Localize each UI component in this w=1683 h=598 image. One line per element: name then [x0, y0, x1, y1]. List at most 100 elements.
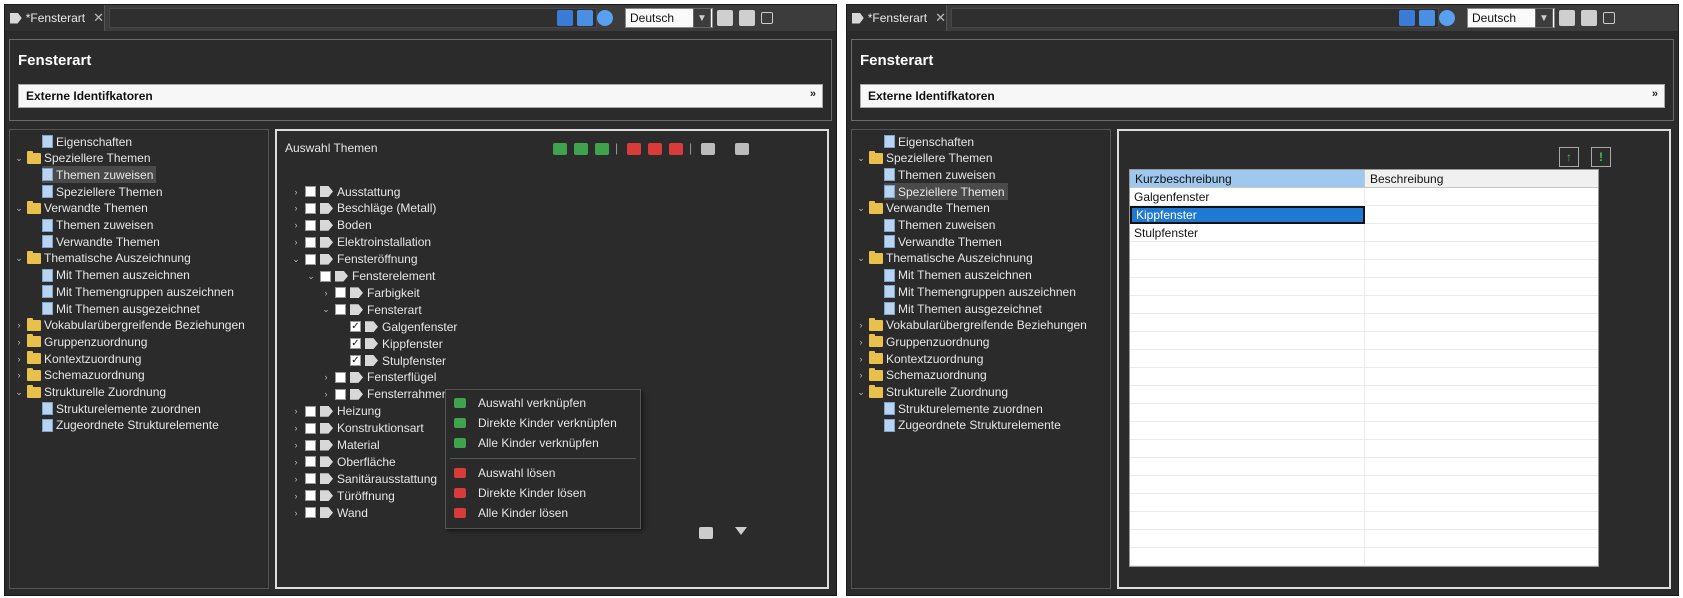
- link-direct-children-icon[interactable]: [574, 143, 588, 155]
- chevron-right-icon[interactable]: ›: [14, 370, 24, 380]
- checkbox[interactable]: [305, 219, 316, 231]
- theme-tree-item[interactable]: ✓ Kippfenster: [336, 335, 443, 352]
- checkbox[interactable]: ✓: [350, 355, 361, 366]
- checkbox[interactable]: [305, 405, 316, 417]
- chevron-right-icon[interactable]: ›: [291, 237, 301, 247]
- chevron-down-icon[interactable]: ⌄: [14, 153, 24, 164]
- checkbox[interactable]: [305, 507, 316, 519]
- theme-tree-item[interactable]: ✓ Stulpfenster: [336, 352, 446, 369]
- table-row[interactable]: Kippfenster: [1130, 206, 1598, 224]
- expand-all-icon[interactable]: [701, 143, 715, 155]
- double-chevron-down-icon[interactable]: »: [1652, 88, 1658, 100]
- nav-item[interactable]: Speziellere Themen: [884, 183, 1008, 201]
- nav-item[interactable]: › Vokabularübergreifende Beziehungen: [14, 317, 245, 334]
- nav-item[interactable]: Themen zuweisen: [42, 166, 157, 184]
- chevron-down-icon[interactable]: ⌄: [14, 203, 24, 214]
- column-header-kurzbeschreibung[interactable]: Kurzbeschreibung: [1130, 170, 1365, 188]
- nav-item[interactable]: Zugeordnete Strukturelemente: [884, 417, 1061, 434]
- checkbox[interactable]: ✓: [350, 338, 361, 350]
- nav-item[interactable]: › Schemazuordnung: [856, 367, 987, 384]
- maximize-icon[interactable]: [1603, 12, 1615, 24]
- undo-icon[interactable]: [1439, 10, 1455, 26]
- nav-item[interactable]: Strukturelemente zuordnen: [884, 400, 1043, 417]
- nav-item[interactable]: ⌄ Strukturelle Zuordnung: [856, 384, 1008, 401]
- chevron-right-icon[interactable]: ›: [14, 320, 24, 330]
- chevron-right-icon[interactable]: ›: [291, 440, 301, 450]
- table-row[interactable]: Stulpfenster: [1130, 224, 1598, 242]
- theme-tree-item[interactable]: › Elektroinstallation: [291, 234, 432, 251]
- nav-item[interactable]: › Schemazuordnung: [14, 367, 145, 384]
- link-all-children-icon[interactable]: [595, 143, 609, 155]
- chevron-down-icon[interactable]: ⌄: [14, 253, 24, 264]
- action-button[interactable]: !: [1591, 147, 1611, 167]
- chevron-down-icon[interactable]: ⌄: [856, 203, 866, 214]
- cell-beschreibung[interactable]: [1365, 224, 1598, 242]
- chevron-down-icon[interactable]: ▼: [1535, 8, 1553, 28]
- checkbox[interactable]: ✓: [350, 321, 361, 333]
- checkbox[interactable]: [305, 422, 316, 434]
- theme-tree-item[interactable]: › Konstruktionsart: [291, 420, 424, 437]
- context-menu-item[interactable]: Direkte Kinder verknüpfen: [454, 414, 617, 432]
- theme-tree-item[interactable]: › Material: [291, 437, 380, 454]
- unlink-direct-children-icon[interactable]: [648, 143, 662, 155]
- chevron-right-icon[interactable]: ›: [321, 372, 331, 382]
- nav-item[interactable]: Verwandte Themen: [884, 233, 1002, 250]
- checkbox[interactable]: [305, 439, 316, 451]
- nav-item[interactable]: Mit Themen auszeichnen: [884, 267, 1032, 284]
- context-menu-item[interactable]: Auswahl lösen: [454, 464, 555, 482]
- nav-item[interactable]: ⌄ Speziellere Themen: [14, 150, 151, 167]
- checkbox[interactable]: [320, 270, 331, 282]
- tab-fensterart[interactable]: *Fensterart ✕: [847, 5, 947, 31]
- tab-fensterart[interactable]: *Fensterart ✕: [5, 5, 105, 31]
- theme-tree-item[interactable]: ✓ Galgenfenster: [336, 318, 457, 335]
- nav-item[interactable]: › Kontextzuordnung: [14, 350, 141, 367]
- table-row[interactable]: Galgenfenster: [1130, 188, 1598, 206]
- theme-tree-item[interactable]: › Heizung: [291, 403, 382, 420]
- chevron-right-icon[interactable]: ›: [291, 406, 301, 416]
- cell-kurzbeschreibung[interactable]: Stulpfenster: [1130, 224, 1365, 242]
- chevron-down-icon[interactable]: ⌄: [291, 254, 301, 265]
- filter-icon[interactable]: [735, 527, 747, 535]
- theme-tree-item[interactable]: › Ausstattung: [291, 183, 401, 200]
- context-menu-item[interactable]: Alle Kinder verknüpfen: [454, 434, 599, 452]
- checkbox[interactable]: [305, 490, 316, 502]
- nav-item[interactable]: Themen zuweisen: [884, 217, 995, 234]
- chevron-right-icon[interactable]: ›: [291, 203, 301, 213]
- checkbox[interactable]: [335, 388, 346, 400]
- context-menu-item[interactable]: Alle Kinder lösen: [454, 504, 568, 522]
- nav-item[interactable]: Mit Themen ausgezeichnet: [884, 300, 1042, 317]
- checkbox[interactable]: [305, 236, 316, 248]
- chevron-right-icon[interactable]: ›: [291, 457, 301, 467]
- checkbox[interactable]: [305, 253, 316, 265]
- cube-icon[interactable]: [717, 10, 733, 26]
- refresh-icon[interactable]: [577, 10, 593, 26]
- chevron-right-icon[interactable]: ›: [291, 491, 301, 501]
- column-header-beschreibung[interactable]: Beschreibung: [1365, 170, 1598, 188]
- chevron-down-icon[interactable]: ⌄: [321, 304, 331, 315]
- theme-tree-item[interactable]: › Wand: [291, 504, 368, 521]
- chevron-right-icon[interactable]: ›: [291, 508, 301, 518]
- nav-item[interactable]: › Vokabularübergreifende Beziehungen: [856, 317, 1087, 334]
- save-icon[interactable]: [1399, 10, 1415, 26]
- cell-kurzbeschreibung[interactable]: Kippfenster: [1130, 206, 1365, 224]
- nav-item[interactable]: ⌄ Speziellere Themen: [856, 150, 993, 167]
- chevron-right-icon[interactable]: ›: [291, 187, 301, 197]
- theme-tree-item[interactable]: › Türöffnung: [291, 487, 395, 504]
- chevron-right-icon[interactable]: ›: [14, 337, 24, 347]
- collapse-all-icon[interactable]: [735, 143, 749, 155]
- nav-item[interactable]: Eigenschaften: [884, 133, 974, 150]
- maximize-icon[interactable]: [761, 12, 773, 24]
- theme-tree-item[interactable]: › Fensterrahmen: [321, 386, 449, 403]
- theme-tree-item[interactable]: › Beschläge (Metall): [291, 200, 437, 217]
- nav-item[interactable]: Verwandte Themen: [42, 233, 160, 250]
- checkbox[interactable]: [335, 371, 346, 383]
- unlink-all-children-icon[interactable]: [669, 143, 683, 155]
- undo-icon[interactable]: [597, 10, 613, 26]
- context-menu-item[interactable]: Direkte Kinder lösen: [454, 484, 586, 502]
- settings-icon[interactable]: [699, 527, 713, 539]
- chevron-down-icon[interactable]: ⌄: [14, 387, 24, 398]
- theme-tree-item[interactable]: ⌄ Fensterart: [321, 301, 421, 318]
- unlink-selection-icon[interactable]: [627, 143, 641, 155]
- theme-tree-item[interactable]: › Sanitärausstattung: [291, 470, 438, 487]
- theme-tree-item[interactable]: ⌄ Fensterelement: [306, 268, 435, 285]
